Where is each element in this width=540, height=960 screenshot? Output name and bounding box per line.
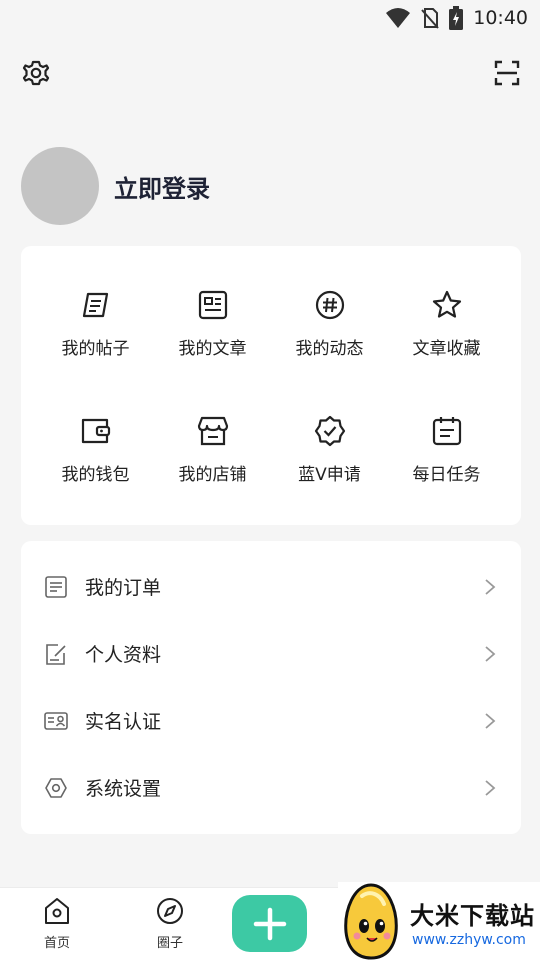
menu-label: 实名认证	[85, 711, 162, 733]
grid-label: 我的动态	[295, 339, 364, 359]
menu-label: 我的订单	[85, 577, 162, 599]
scan-icon[interactable]	[492, 58, 522, 88]
grid-item-article-favorites[interactable]: 文章收藏	[384, 288, 509, 398]
grid-item-my-updates[interactable]: 我的动态	[267, 288, 392, 398]
chevron-right-icon	[485, 578, 496, 595]
grid-item-my-articles[interactable]: 我的文章	[150, 288, 275, 398]
hexagon-settings-icon	[45, 777, 67, 798]
calendar-task-icon	[432, 417, 461, 446]
menu-item-my-orders[interactable]: 我的订单	[21, 553, 521, 620]
grid-label: 每日任务	[412, 465, 481, 485]
menu-label: 系统设置	[85, 778, 162, 800]
plus-icon	[253, 907, 286, 940]
compass-icon	[157, 898, 183, 924]
login-link[interactable]: 立即登录	[114, 169, 210, 204]
settings-gear-icon[interactable]	[21, 58, 51, 88]
chevron-right-icon	[485, 645, 496, 662]
menu-item-profile[interactable]: 个人资料	[21, 620, 521, 687]
watermark-url: www.zzhyw.com	[412, 932, 526, 948]
grid-label: 蓝V申请	[298, 465, 361, 485]
nav-label: 圈子	[156, 936, 183, 951]
watermark-title: 大米下载站	[410, 902, 535, 930]
grid-item-my-wallet[interactable]: 我的钱包	[33, 414, 158, 524]
status-bar: 10:40	[0, 0, 540, 36]
store-icon	[197, 416, 228, 446]
menu-label: 个人资料	[85, 644, 162, 666]
profile-section[interactable]: 立即登录	[21, 147, 210, 225]
menu-item-system-settings[interactable]: 系统设置	[21, 754, 521, 821]
grid-item-my-store[interactable]: 我的店铺	[150, 414, 275, 524]
menu-item-real-name-verification[interactable]: 实名认证	[21, 687, 521, 754]
chevron-right-icon	[485, 712, 496, 729]
grid-label: 文章收藏	[412, 339, 481, 359]
chevron-right-icon	[485, 779, 496, 796]
grid-label: 我的文章	[178, 339, 247, 359]
home-icon	[45, 898, 69, 924]
feature-grid-card: 我的帖子 我的文章 我的动态 文章收藏 我的钱包 我的店铺 蓝V申请 每日任务	[21, 246, 521, 525]
hashtag-icon	[315, 290, 344, 320]
edit-profile-icon	[46, 643, 66, 665]
wallet-icon	[81, 418, 110, 444]
rice-grain-logo-icon	[344, 883, 398, 960]
grid-item-my-posts[interactable]: 我的帖子	[33, 288, 158, 398]
nav-label: 首页	[43, 936, 70, 951]
order-list-icon	[45, 575, 67, 598]
settings-menu-card: 我的订单 个人资料 实名认证 系统设置	[21, 541, 521, 834]
battery-charging-icon	[449, 6, 464, 30]
avatar[interactable]	[21, 147, 99, 225]
nav-item-circle[interactable]: 圈子	[140, 896, 200, 951]
grid-item-daily-tasks[interactable]: 每日任务	[384, 414, 509, 524]
status-time: 10:40	[473, 7, 528, 29]
nav-item-home[interactable]: 首页	[27, 896, 87, 951]
grid-label: 我的帖子	[61, 339, 130, 359]
article-icon	[198, 290, 227, 320]
star-icon	[432, 290, 461, 318]
wifi-icon	[386, 8, 411, 28]
no-sim-icon	[421, 8, 439, 29]
id-card-icon	[44, 711, 68, 730]
grid-label: 我的钱包	[61, 465, 130, 485]
add-post-button[interactable]	[232, 895, 307, 952]
verified-badge-icon	[314, 415, 345, 447]
watermark-overlay: 大米下载站 www.zzhyw.com	[338, 882, 540, 960]
grid-item-blue-v-apply[interactable]: 蓝V申请	[267, 414, 392, 524]
grid-label: 我的店铺	[178, 465, 247, 485]
post-icon	[82, 292, 108, 318]
